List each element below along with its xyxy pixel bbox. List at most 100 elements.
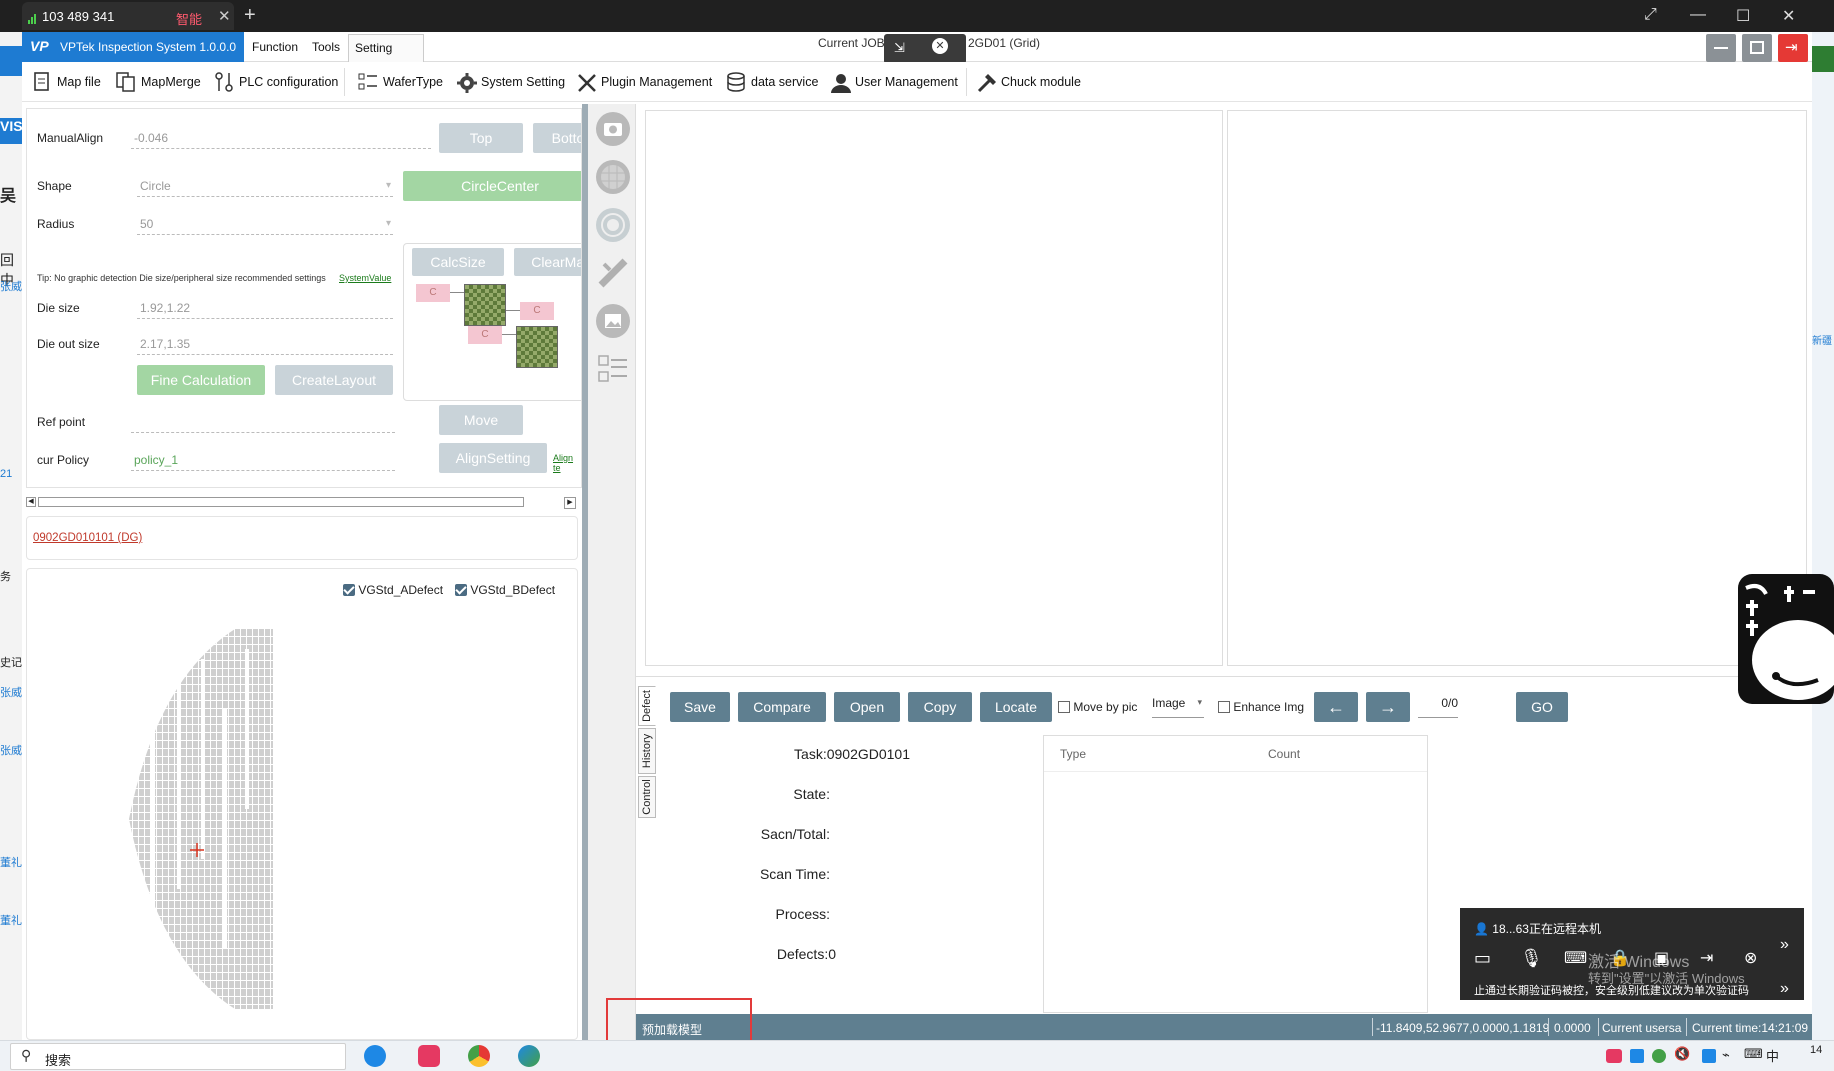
wafer-target-icon[interactable] bbox=[596, 208, 630, 242]
checkbox-icon[interactable] bbox=[1058, 701, 1070, 713]
tool-system-setting[interactable]: System Setting bbox=[456, 70, 565, 94]
taskbar-search[interactable]: ⚲ 搜索 bbox=[10, 1043, 346, 1070]
close-icon[interactable]: ✕ bbox=[218, 7, 231, 25]
circle-center-button[interactable]: CircleCenter bbox=[403, 171, 581, 201]
menu-function[interactable]: Function bbox=[252, 40, 298, 54]
chat-icon[interactable]: ▭ bbox=[1474, 948, 1491, 969]
radius-select[interactable]: 50 ▾ bbox=[137, 215, 393, 235]
bottom-button[interactable]: Botto bbox=[533, 123, 581, 153]
calc-size-button[interactable]: CalcSize bbox=[412, 248, 504, 276]
remote-pointer-icon[interactable]: ⇲ bbox=[894, 40, 905, 56]
remote-close-icon[interactable]: ✕ bbox=[932, 38, 948, 54]
tool-map-merge[interactable]: MapMerge bbox=[116, 70, 201, 94]
top-button[interactable]: Top bbox=[439, 123, 523, 153]
keyboard-icon[interactable]: ⌨ bbox=[1564, 948, 1587, 968]
image-select[interactable]: Image ▾ bbox=[1152, 696, 1204, 718]
image-icon[interactable] bbox=[596, 304, 630, 338]
menu-setting-tab[interactable]: Setting bbox=[348, 34, 424, 62]
close-remote-icon[interactable]: ⊗ bbox=[1744, 948, 1757, 968]
prev-button[interactable]: ← bbox=[1314, 692, 1358, 722]
tray-app-icon[interactable] bbox=[1702, 1049, 1716, 1063]
mic-icon[interactable]: 🎙 bbox=[1520, 948, 1543, 969]
wafer-grid-icon[interactable] bbox=[596, 160, 630, 194]
locate-button[interactable]: Locate bbox=[980, 692, 1052, 722]
keyboard-tray-icon[interactable]: ⌨ bbox=[1744, 1046, 1763, 1062]
expand-icon[interactable]: » bbox=[1780, 936, 1789, 954]
scroll-thumb[interactable] bbox=[38, 497, 524, 507]
checkbox-icon[interactable] bbox=[455, 584, 467, 596]
die-size-field[interactable]: 1.92,1.22 bbox=[137, 299, 393, 319]
checklist-icon[interactable] bbox=[596, 352, 630, 386]
exit-remote-icon[interactable]: ⇥ bbox=[1700, 948, 1713, 968]
wafer-map[interactable] bbox=[127, 629, 347, 1009]
move-by-pic-checkbox[interactable]: Move by pic bbox=[1058, 700, 1137, 714]
checkbox-icon[interactable] bbox=[343, 584, 355, 596]
scroll-left-icon[interactable]: ◀ bbox=[26, 497, 36, 507]
go-button[interactable]: GO bbox=[1516, 692, 1568, 722]
tray-icon[interactable]: ⌁ bbox=[1722, 1047, 1730, 1063]
fullscreen-icon[interactable]: ⤢ bbox=[1644, 6, 1657, 24]
defect-type-table[interactable]: Type Count bbox=[1043, 735, 1428, 1013]
ie-icon[interactable] bbox=[364, 1045, 386, 1067]
enhance-img-checkbox[interactable]: Enhance Img bbox=[1218, 700, 1304, 714]
open-button[interactable]: Open bbox=[834, 692, 900, 722]
column-count[interactable]: Count bbox=[1268, 747, 1300, 761]
tray-app-icon[interactable] bbox=[1652, 1049, 1666, 1063]
expand-icon[interactable]: » bbox=[1780, 980, 1789, 998]
app-pink-icon[interactable] bbox=[418, 1045, 440, 1067]
scroll-right-icon[interactable]: ▶ bbox=[564, 497, 576, 509]
horizontal-scrollbar[interactable]: ◀ ▶ bbox=[24, 494, 582, 510]
fine-calculation-button[interactable]: Fine Calculation bbox=[137, 365, 265, 395]
align-setting-button[interactable]: AlignSetting bbox=[439, 443, 547, 473]
copy-button[interactable]: Copy bbox=[908, 692, 972, 722]
tool-user-management[interactable]: User Management bbox=[830, 70, 958, 94]
check-a-defect[interactable]: VGStd_ADefect bbox=[343, 583, 443, 597]
image-view-left[interactable] bbox=[645, 110, 1223, 666]
create-layout-button[interactable]: CreateLayout bbox=[275, 365, 393, 395]
save-button[interactable]: Save bbox=[670, 692, 730, 722]
check-b-defect[interactable]: VGStd_BDefect bbox=[455, 583, 555, 597]
edge-icon[interactable] bbox=[518, 1045, 540, 1067]
app-maximize-button[interactable] bbox=[1742, 34, 1772, 62]
volume-icon[interactable]: 🔇 bbox=[1674, 1046, 1690, 1062]
minimize-icon[interactable]: — bbox=[1690, 6, 1706, 24]
app-exit-button[interactable]: ⇥ bbox=[1778, 34, 1808, 62]
image-view-right[interactable] bbox=[1227, 110, 1807, 666]
menu-tools[interactable]: Tools bbox=[312, 40, 340, 54]
die-out-size-field[interactable]: 2.17,1.35 bbox=[137, 335, 393, 355]
remote-tab[interactable]: 103 489 341 智能 ✕ bbox=[22, 2, 234, 30]
measure-icon[interactable] bbox=[596, 256, 630, 290]
tab-history[interactable]: History bbox=[638, 728, 656, 774]
system-value-link[interactable]: SystemValue bbox=[339, 273, 391, 283]
shape-select[interactable]: Circle ▾ bbox=[137, 177, 393, 197]
align-template-link[interactable]: Align te bbox=[553, 453, 581, 473]
close-window-icon[interactable]: ✕ bbox=[1782, 6, 1795, 26]
tool-data-service[interactable]: data service bbox=[726, 70, 818, 94]
tab-defect[interactable]: Defect bbox=[638, 686, 656, 726]
tray-app-icon[interactable] bbox=[1606, 1049, 1622, 1063]
move-button[interactable]: Move bbox=[439, 405, 523, 435]
next-button[interactable]: → bbox=[1366, 692, 1410, 722]
ime-icon[interactable]: 中 bbox=[1766, 1046, 1779, 1065]
menu-setting[interactable]: Setting bbox=[355, 41, 392, 55]
job-link[interactable]: 0902GD010101 (DG) bbox=[33, 532, 142, 544]
new-tab-button[interactable]: + bbox=[244, 4, 256, 27]
manual-align-field[interactable]: -0.046 bbox=[131, 129, 431, 149]
clear-mark-button[interactable]: ClearMar bbox=[514, 248, 581, 276]
tool-wafer-type[interactable]: WaferType bbox=[358, 70, 443, 94]
camera-icon[interactable] bbox=[596, 112, 630, 146]
maximize-icon[interactable]: ☐ bbox=[1736, 6, 1750, 26]
tool-chuck-module[interactable]: Chuck module bbox=[976, 70, 1081, 94]
app-minimize-button[interactable] bbox=[1706, 34, 1736, 62]
cur-policy-field[interactable]: policy_1 bbox=[131, 451, 395, 471]
tool-plugin-management[interactable]: Plugin Management bbox=[576, 70, 712, 94]
tray-app-icon[interactable] bbox=[1630, 1049, 1644, 1063]
page-counter[interactable]: 0/0 bbox=[1418, 696, 1458, 718]
ref-point-field[interactable] bbox=[131, 413, 395, 433]
compare-button[interactable]: Compare bbox=[738, 692, 826, 722]
remote-control-overlay[interactable]: ⇲ ✕ bbox=[884, 34, 966, 64]
tool-plc-configuration[interactable]: PLC configuration bbox=[214, 70, 338, 94]
chrome-icon[interactable] bbox=[468, 1045, 490, 1067]
column-type[interactable]: Type bbox=[1060, 747, 1086, 761]
tool-map-file[interactable]: Map file bbox=[32, 70, 101, 94]
